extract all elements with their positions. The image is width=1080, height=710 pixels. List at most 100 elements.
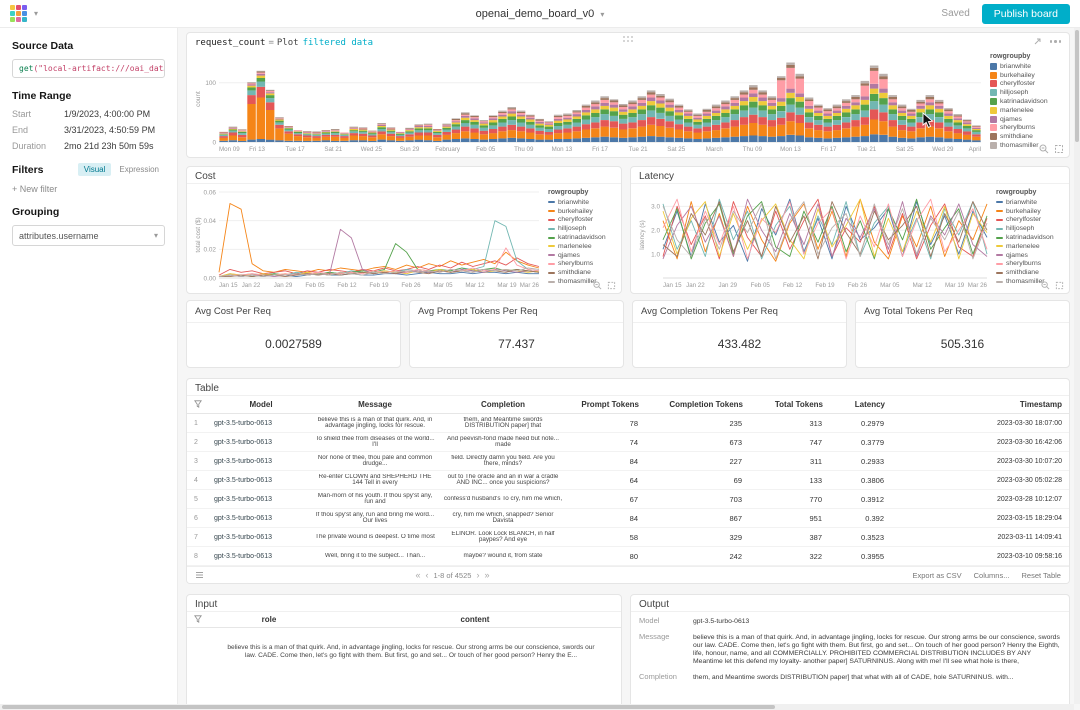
table-row[interactable]: 2 gpt-3.5-turbo-0613 To shield thee from… — [187, 433, 1069, 452]
filter-funnel-icon[interactable] — [187, 614, 209, 625]
table-row[interactable]: 3 gpt-3.5-turbo-0613 Nor none of thee, t… — [187, 452, 1069, 471]
legend-item[interactable]: katrinadavidson — [996, 233, 1063, 242]
col-header-role[interactable]: role — [209, 615, 329, 624]
legend-item[interactable]: hilljoseph — [990, 88, 1063, 97]
board-title-chevron-icon[interactable]: ▾ — [600, 10, 604, 19]
col-header-message[interactable]: Message — [311, 400, 439, 409]
box-select-icon[interactable] — [607, 281, 616, 290]
reset-table-button[interactable]: Reset Table — [1021, 571, 1060, 580]
request-count-chart[interactable]: 0 100 count Mon 09 Fri 13 Tue 17 Sat 21 Wed 25 S… — [193, 51, 985, 153]
legend-item[interactable]: marlenelee — [990, 106, 1063, 115]
vertical-scrollbar-thumb[interactable] — [1075, 30, 1079, 142]
legend-item[interactable]: sherylburns — [990, 124, 1063, 133]
vertical-scrollbar[interactable] — [1074, 28, 1080, 704]
horizontal-scrollbar-thumb[interactable] — [2, 705, 776, 709]
export-csv-button[interactable]: Export as CSV — [912, 571, 961, 580]
time-range-value[interactable]: 2mo 21d 23h 50m 59s — [64, 141, 154, 151]
col-header-completion[interactable]: Completion — [439, 400, 567, 409]
legend-label: qjames — [1006, 251, 1028, 259]
legend-swatch — [990, 71, 997, 79]
legend-item[interactable]: burkehailey — [548, 207, 615, 216]
svg-text:Sat 25: Sat 25 — [896, 146, 914, 153]
source-data-expression-input[interactable]: get("local-artifact:///oai_dat… — [12, 59, 165, 78]
box-select-icon[interactable] — [1055, 281, 1064, 290]
zoom-out-icon[interactable] — [593, 281, 602, 290]
latency-chart[interactable]: 1.0 2.0 3.0 latency (s) Jan 15 Jan 22 Jan 29 Fe… — [637, 187, 991, 289]
output-field-value[interactable]: them, and Meantime swords DISTRIBUTION p… — [693, 674, 1014, 682]
col-header-latency[interactable]: Latency — [831, 400, 893, 409]
input-content-cell[interactable]: believe this is a man of that quirk. And… — [187, 628, 621, 665]
legend-item[interactable]: brianwhite — [990, 62, 1063, 71]
cost-chart[interactable]: 0.00 0.02 0.04 0.06 total cost ($) Jan 15 Jan … — [193, 187, 543, 289]
legend-item[interactable]: hilljoseph — [996, 224, 1063, 233]
legend-item[interactable]: qjames — [548, 251, 615, 260]
legend-item[interactable]: katrinadavidson — [990, 97, 1063, 106]
legend-label: smithdiane — [558, 269, 591, 277]
output-field-value[interactable]: gpt-3.5-turbo-0613 — [693, 618, 749, 626]
time-range-value[interactable]: 1/9/2023, 4:00:00 PM — [64, 109, 150, 119]
col-header-prompt-tokens[interactable]: Prompt Tokens — [567, 400, 647, 409]
grouping-select[interactable]: attributes.username ▾ — [12, 225, 165, 246]
output-field-value[interactable]: believe this is a man of that quirk. And… — [693, 634, 1061, 666]
legend-swatch — [990, 80, 997, 88]
columns-button[interactable]: Columns... — [974, 571, 1010, 580]
table-row[interactable]: 5 gpt-3.5-turbo-0613 Man-morn of his you… — [187, 490, 1069, 509]
next-page-icon[interactable]: › — [476, 570, 479, 580]
legend-item[interactable]: burkehailey — [996, 207, 1063, 216]
panel-menu-icon[interactable] — [1049, 40, 1061, 43]
legend-item[interactable]: burkehailey — [990, 71, 1063, 80]
legend-item[interactable]: sherylburns — [996, 260, 1063, 269]
col-header-model[interactable]: Model — [211, 400, 311, 409]
legend-item[interactable]: marlenelee — [996, 242, 1063, 251]
zoom-out-icon[interactable] — [1039, 144, 1049, 154]
legend-item[interactable]: smithdiane — [996, 268, 1063, 277]
legend-item[interactable]: cherylfoster — [548, 216, 615, 225]
legend-item[interactable]: sherylburns — [548, 260, 615, 269]
table-menu-icon[interactable] — [195, 571, 204, 579]
zoom-out-icon[interactable] — [1041, 281, 1050, 290]
weave-logo-icon[interactable] — [10, 5, 27, 22]
cell-message: believe this is a man of that quirk. And… — [317, 416, 433, 429]
logo-chevron-icon[interactable]: ▾ — [34, 9, 38, 18]
cell-prompt-tokens: 84 — [629, 513, 638, 523]
row-index: 2 — [194, 438, 198, 446]
table-row[interactable]: 8 gpt-3.5-turbo-0613 Well, bring it to t… — [187, 547, 1069, 566]
table-row[interactable]: 1 gpt-3.5-turbo-0613 believe this is a m… — [187, 414, 1069, 433]
filter-funnel-icon[interactable] — [187, 399, 211, 410]
filters-expression-tab[interactable]: Expression — [113, 163, 165, 176]
table-row[interactable]: 6 gpt-3.5-turbo-0613 If thou spy'st any,… — [187, 509, 1069, 528]
legend-item[interactable]: cherylfoster — [990, 80, 1063, 89]
last-page-icon[interactable]: » — [484, 570, 489, 580]
col-header-content[interactable]: content — [329, 615, 621, 624]
legend-item[interactable]: katrinadavidson — [548, 233, 615, 242]
legend-item[interactable]: marlenelee — [548, 242, 615, 251]
legend-label: hilljoseph — [1006, 225, 1035, 233]
expand-panel-icon[interactable] — [1033, 37, 1042, 46]
legend-item[interactable]: brianwhite — [548, 198, 615, 207]
col-header-completion-tokens[interactable]: Completion Tokens — [647, 400, 751, 409]
first-page-icon[interactable]: « — [415, 570, 420, 580]
panel-drag-handle[interactable] — [623, 36, 633, 42]
svg-text:Fri 17: Fri 17 — [592, 146, 608, 153]
table-header: Model Message Completion Prompt Tokens C… — [187, 396, 1069, 414]
table-row[interactable]: 4 gpt-3.5-turbo-0613 Re-enter CLOWN and … — [187, 471, 1069, 490]
legend-item[interactable]: smithdiane — [990, 132, 1063, 141]
horizontal-scrollbar[interactable] — [0, 704, 1074, 710]
col-header-total-tokens[interactable]: Total Tokens — [751, 400, 831, 409]
legend-item[interactable]: hilljoseph — [548, 224, 615, 233]
stat-panel: Avg Completion Tokens Per Req 433.482 — [632, 300, 847, 368]
legend-item[interactable]: qjames — [990, 115, 1063, 124]
cell-model: gpt-3.5-turbo-0613 — [214, 533, 272, 541]
legend-item[interactable]: qjames — [996, 251, 1063, 260]
legend-item[interactable]: brianwhite — [996, 198, 1063, 207]
col-header-timestamp[interactable]: Timestamp — [893, 400, 1069, 409]
new-filter-button[interactable]: + New filter — [12, 184, 165, 194]
box-select-icon[interactable] — [1054, 144, 1064, 154]
filters-visual-tab[interactable]: Visual — [77, 163, 112, 176]
publish-board-button[interactable]: Publish board — [981, 3, 1070, 24]
legend-item[interactable]: cherylfoster — [996, 216, 1063, 225]
prev-page-icon[interactable]: ‹ — [426, 570, 429, 580]
time-range-value[interactable]: 3/31/2023, 4:50:59 PM — [64, 125, 155, 135]
table-row[interactable]: 7 gpt-3.5-turbo-0613 The private wound i… — [187, 528, 1069, 547]
legend-item[interactable]: smithdiane — [548, 268, 615, 277]
